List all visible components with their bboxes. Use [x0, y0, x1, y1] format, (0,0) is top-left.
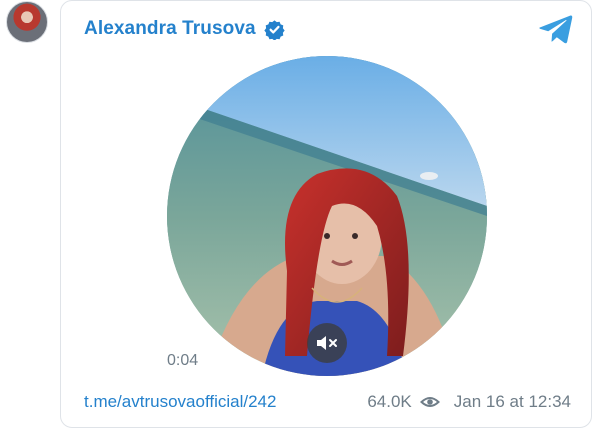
verified-badge-icon [264, 19, 285, 40]
eye-icon [419, 397, 440, 407]
video-duration: 0:04 [167, 352, 199, 369]
mute-toggle-button[interactable] [307, 323, 347, 363]
post-date[interactable]: Jan 16 at 12:34 [454, 392, 571, 412]
view-count: 64.0K [367, 392, 412, 411]
author-name[interactable]: Alexandra Trusova [84, 18, 256, 40]
post-header: Alexandra Trusova [84, 16, 285, 42]
author-avatar[interactable] [6, 1, 48, 43]
post-link[interactable]: t.me/avtrusovaofficial/242 [84, 392, 276, 412]
telegram-icon[interactable] [539, 14, 573, 44]
post-meta: 64.0K Jan 16 at 12:34 [367, 392, 571, 412]
muted-speaker-icon [317, 336, 337, 350]
